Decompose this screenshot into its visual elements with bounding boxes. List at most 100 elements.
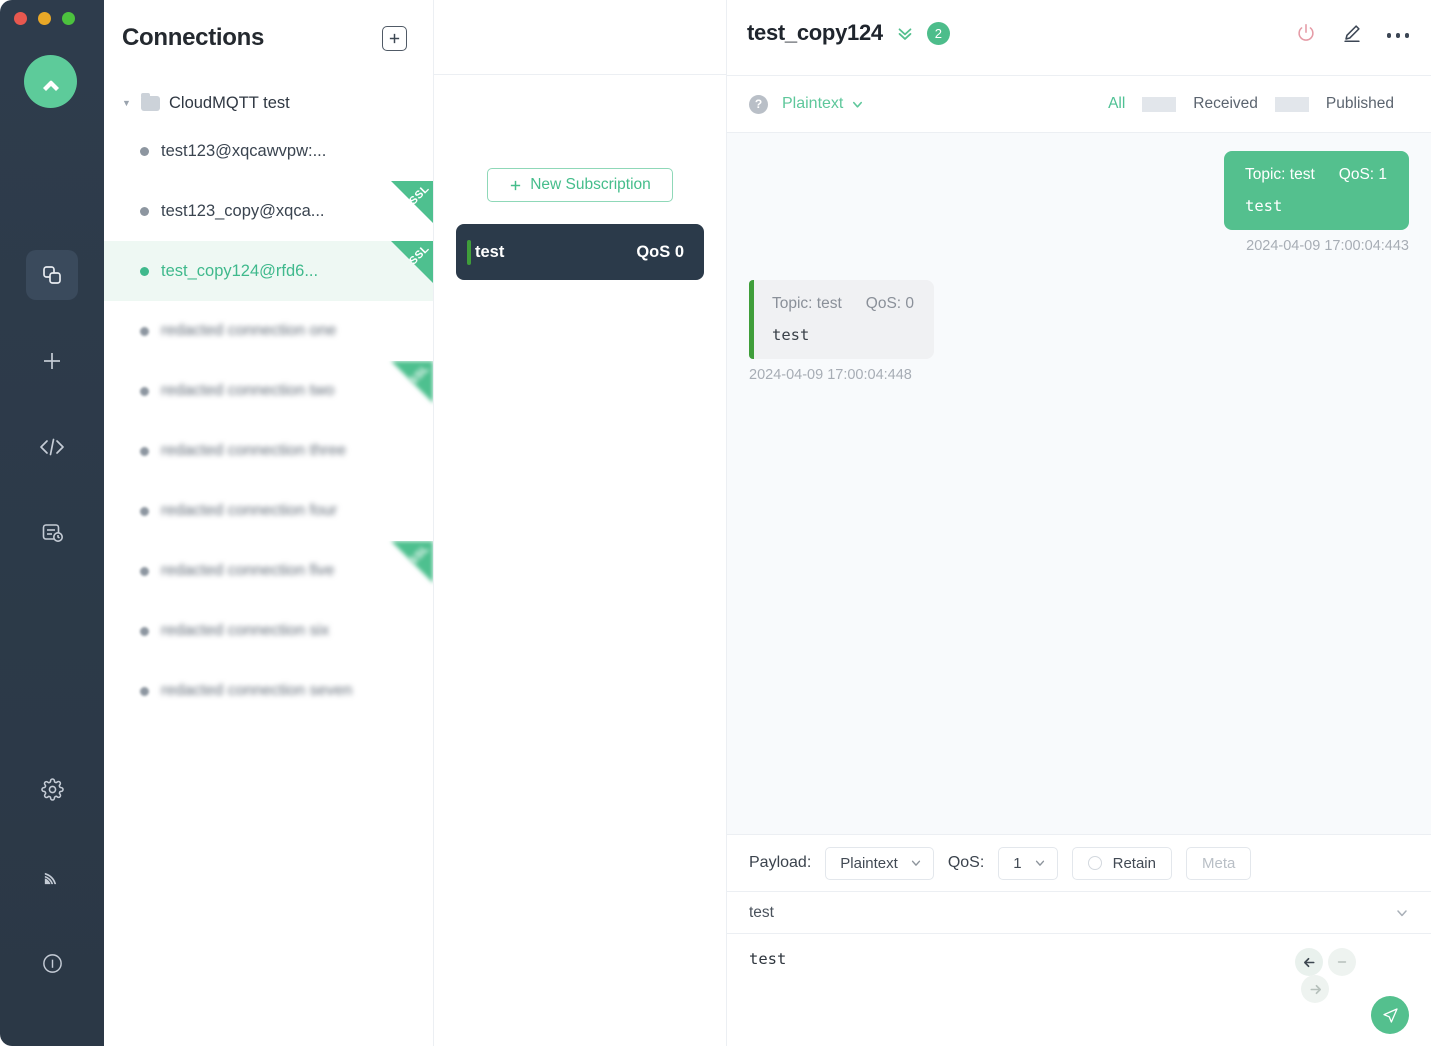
message-bubble[interactable]: Topic: testQoS: 0test <box>749 280 934 359</box>
status-dot-offline <box>140 387 149 396</box>
minus-icon <box>1335 955 1349 969</box>
sidebar-item-connections[interactable] <box>26 250 78 300</box>
page-title: Connections <box>122 24 264 52</box>
add-connection-button[interactable] <box>382 26 407 51</box>
sidebar-item-scripts[interactable] <box>26 422 78 472</box>
connection-list-item[interactable]: redacted connection one <box>104 301 433 361</box>
status-dot-offline <box>140 207 149 216</box>
publish-topic-row[interactable]: test <box>727 891 1431 933</box>
sidebar-item-log[interactable] <box>26 508 78 558</box>
double-chevron-down-icon[interactable] <box>895 23 915 43</box>
send-icon <box>1381 1006 1400 1025</box>
sidebar-item-new-connection[interactable] <box>26 336 78 386</box>
connection-list-item[interactable]: test123_copy@xqca...SSL <box>104 181 433 241</box>
mqttx-logo-icon <box>36 67 66 97</box>
connection-name-label: test123_copy@xqca... <box>161 202 325 221</box>
connection-list-item[interactable]: test_copy124@rfd6...SSL <box>104 241 433 301</box>
connection-name-label: redacted connection two <box>161 382 334 400</box>
filter-separator <box>1275 97 1309 112</box>
connection-name-label: redacted connection three <box>161 442 346 460</box>
disconnect-button[interactable] <box>1295 22 1317 49</box>
connection-list-item[interactable]: test123@xqcawvpw:... <box>104 121 433 181</box>
connection-list-item[interactable]: redacted connection six <box>104 601 433 661</box>
message-format-select[interactable]: Plaintext <box>782 95 864 113</box>
status-dot-offline <box>140 447 149 456</box>
connection-title-group: test_copy124 2 <box>747 20 950 46</box>
connection-name-label: redacted connection seven <box>161 682 352 700</box>
connection-group-label: CloudMQTT test <box>169 94 290 113</box>
meta-button[interactable]: Meta <box>1186 847 1251 880</box>
filter-tab-received[interactable]: Received <box>1176 95 1275 113</box>
connection-list-item[interactable]: redacted connection seven <box>104 661 433 721</box>
connection-name-label: redacted connection five <box>161 562 334 580</box>
chevron-down-icon <box>851 98 864 111</box>
connection-group[interactable]: ▼ CloudMQTT test <box>104 86 433 121</box>
sidebar-item-about[interactable] <box>26 938 78 988</box>
connection-list-item[interactable]: redacted connection fiveSSL <box>104 541 433 601</box>
close-window-button[interactable] <box>14 12 27 25</box>
message-meta: Topic: testQoS: 1 <box>1245 166 1391 184</box>
connection-list: test123@xqcawvpw:... test123_copy@xqca...… <box>104 121 433 721</box>
editor-collapse-button[interactable] <box>1328 948 1356 976</box>
message-count-badge: 2 <box>927 22 950 45</box>
log-icon <box>41 522 64 544</box>
message-topic: Topic: test <box>1245 166 1315 184</box>
message-bubble[interactable]: Topic: testQoS: 1 test <box>1224 151 1409 230</box>
message-payload: test <box>1245 197 1391 215</box>
folder-icon <box>141 96 160 111</box>
status-dot-offline <box>140 507 149 516</box>
signal-icon <box>41 865 64 888</box>
messages-area: Topic: testQoS: 1 test 2024-04-09 17:00:04… <box>727 133 1431 834</box>
publish-editor[interactable]: test <box>727 933 1431 1046</box>
connection-list-item[interactable]: redacted connection four <box>104 481 433 541</box>
payload-format-select[interactable]: Plaintext <box>825 847 934 880</box>
message-filter-tabs: All Received Published <box>1091 95 1411 113</box>
plus-icon <box>40 349 64 373</box>
more-options-button[interactable] <box>1387 33 1410 38</box>
editor-forward-button[interactable] <box>1301 975 1329 1003</box>
connection-list-item[interactable]: redacted connection three <box>104 421 433 481</box>
subscriptions-panel: New Subscription testQoS 0 <box>434 0 727 1046</box>
messages-toolbar: ? Plaintext All Received Published <box>727 76 1431 133</box>
status-dot-offline <box>140 627 149 636</box>
retain-label: Retain <box>1113 855 1156 872</box>
message-qos: QoS: 0 <box>866 295 914 313</box>
qos-label: QoS: <box>948 854 984 872</box>
publish-options-bar: Payload: Plaintext QoS: 1 Retain Meta <box>727 834 1431 891</box>
connections-header: Connections <box>104 0 433 76</box>
editor-back-button[interactable] <box>1295 948 1323 976</box>
filter-tab-all[interactable]: All <box>1091 95 1142 113</box>
connection-name-label: test123@xqcawvpw:... <box>161 142 326 161</box>
status-dot-offline <box>140 567 149 576</box>
code-icon <box>39 436 65 458</box>
retain-toggle[interactable]: Retain <box>1072 847 1172 880</box>
qos-select[interactable]: 1 <box>998 847 1057 880</box>
mqtt-client-window: Connections ▼ CloudMQTT test test123@xqc… <box>0 0 1431 1046</box>
filter-tab-published[interactable]: Published <box>1309 95 1411 113</box>
info-icon <box>41 952 64 975</box>
meta-label: Meta <box>1202 855 1235 872</box>
window-traffic-lights <box>14 12 75 25</box>
question-icon[interactable]: ? <box>749 95 768 114</box>
subscription-item[interactable]: testQoS 0 <box>456 224 704 280</box>
maximize-window-button[interactable] <box>62 12 75 25</box>
sidebar-item-benchmark[interactable] <box>26 851 78 901</box>
radio-icon <box>1088 856 1102 870</box>
chevron-down-icon[interactable] <box>1395 906 1409 920</box>
send-message-button[interactable] <box>1371 996 1409 1034</box>
subscription-topic: test <box>475 243 504 262</box>
minimize-window-button[interactable] <box>38 12 51 25</box>
edit-connection-button[interactable] <box>1341 22 1363 49</box>
filter-separator <box>1142 97 1176 112</box>
connection-list-item[interactable]: redacted connection twoSSL <box>104 361 433 421</box>
connection-name-label: redacted connection six <box>161 622 329 640</box>
plus-icon <box>509 179 522 192</box>
message-timestamp: 2024-04-09 17:00:04:448 <box>749 367 912 383</box>
connection-name: test_copy124 <box>747 20 883 46</box>
plus-icon <box>388 32 401 45</box>
sidebar-item-settings[interactable] <box>26 764 78 814</box>
status-dot-offline <box>140 327 149 336</box>
editor-nav-buttons <box>1295 948 1369 1008</box>
new-subscription-button[interactable]: New Subscription <box>487 168 673 202</box>
chevron-down-icon: ▼ <box>122 99 132 108</box>
